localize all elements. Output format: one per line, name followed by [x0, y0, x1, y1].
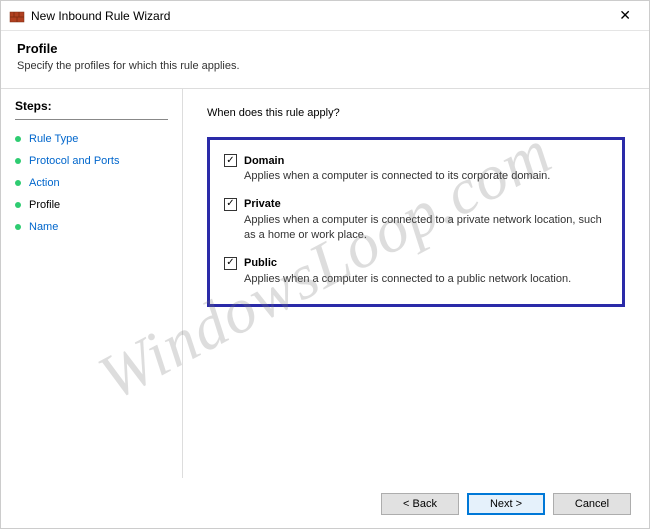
page-description: Specify the profiles for which this rule…: [17, 60, 633, 72]
steps-underline: [15, 119, 168, 120]
firewall-icon: [9, 8, 25, 24]
step-protocol-ports[interactable]: Protocol and Ports: [15, 150, 168, 172]
wizard-header: Profile Specify the profiles for which t…: [1, 31, 649, 78]
profile-domain: ✓ Domain Applies when a computer is conn…: [224, 154, 608, 184]
bullet-icon: [15, 224, 21, 230]
public-checkbox[interactable]: ✓: [224, 257, 237, 270]
domain-description: Applies when a computer is connected to …: [244, 169, 608, 184]
step-label: Profile: [29, 199, 60, 211]
steps-heading: Steps:: [15, 99, 168, 113]
steps-sidebar: Steps: Rule Type Protocol and Ports Acti…: [1, 89, 183, 478]
step-label: Action: [29, 177, 60, 189]
public-description: Applies when a computer is connected to …: [244, 272, 608, 287]
step-rule-type[interactable]: Rule Type: [15, 128, 168, 150]
page-title: Profile: [17, 41, 633, 56]
bullet-icon: [15, 136, 21, 142]
bullet-icon: [15, 158, 21, 164]
back-button[interactable]: < Back: [381, 493, 459, 515]
profile-private: ✓ Private Applies when a computer is con…: [224, 198, 608, 243]
public-label: Public: [244, 257, 277, 269]
close-button[interactable]: ✕: [609, 3, 641, 28]
domain-checkbox[interactable]: ✓: [224, 154, 237, 167]
next-button[interactable]: Next >: [467, 493, 545, 515]
bullet-icon: [15, 202, 21, 208]
step-profile[interactable]: Profile: [15, 194, 168, 216]
profiles-highlight-box: ✓ Domain Applies when a computer is conn…: [207, 137, 625, 307]
wizard-content: When does this rule apply? ✓ Domain Appl…: [183, 89, 649, 478]
private-checkbox[interactable]: ✓: [224, 198, 237, 211]
step-label: Protocol and Ports: [29, 155, 120, 167]
step-label: Name: [29, 221, 58, 233]
domain-label: Domain: [244, 155, 284, 167]
titlebar: New Inbound Rule Wizard ✕: [1, 1, 649, 31]
private-description: Applies when a computer is connected to …: [244, 213, 608, 243]
step-name[interactable]: Name: [15, 216, 168, 238]
wizard-footer: < Back Next > Cancel: [1, 480, 649, 528]
profile-public: ✓ Public Applies when a computer is conn…: [224, 257, 608, 287]
private-label: Private: [244, 198, 281, 210]
window-title: New Inbound Rule Wizard: [31, 9, 609, 23]
cancel-button[interactable]: Cancel: [553, 493, 631, 515]
question-text: When does this rule apply?: [207, 107, 625, 119]
step-action[interactable]: Action: [15, 172, 168, 194]
bullet-icon: [15, 180, 21, 186]
step-label: Rule Type: [29, 133, 78, 145]
